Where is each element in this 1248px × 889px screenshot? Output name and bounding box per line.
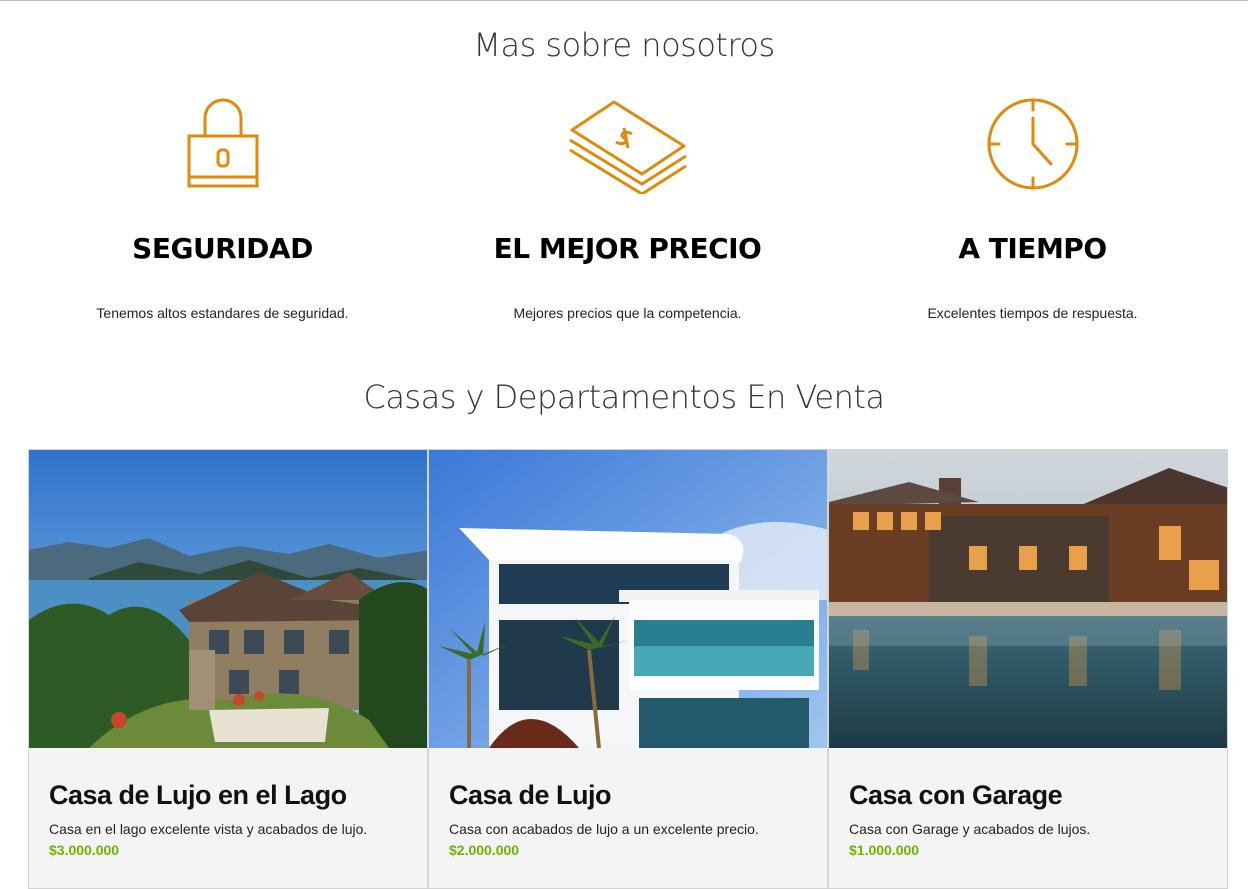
feature-text: Tenemos altos estandares de seguridad.: [96, 305, 349, 321]
listing-title[interactable]: Casa de Lujo: [449, 780, 807, 811]
feature-time: A TIEMPO Excelentes tiempos de respuesta…: [830, 94, 1235, 321]
feature-text: Mejores precios que la competencia.: [513, 305, 742, 321]
feature-price: EL MEJOR PRECIO Mejores precios que la c…: [425, 94, 830, 321]
listing-description: Casa en el lago excelente vista y acabad…: [49, 821, 368, 837]
listing-card[interactable]: Casa de Lujo Casa con acabados de lujo a…: [428, 449, 828, 889]
listing-price: $2.000.000: [449, 842, 520, 858]
about-section-title: Mas sobre nosotros: [473, 26, 775, 64]
listing-card[interactable]: Casa de Lujo en el Lago Casa en el lago …: [28, 449, 428, 889]
feature-title: EL MEJOR PRECIO: [493, 232, 762, 265]
listing-description: Casa con Garage y acabados de lujos.: [849, 821, 1091, 837]
feature-security: SEGURIDAD Tenemos altos estandares de se…: [20, 94, 425, 321]
feature-text: Excelentes tiempos de respuesta.: [927, 305, 1138, 321]
listings-section-title: Casas y Departamentos En Venta: [363, 378, 885, 416]
features-row: SEGURIDAD Tenemos altos estandares de se…: [20, 94, 1235, 321]
listing-description: Casa con acabados de lujo a un excelente…: [449, 821, 759, 837]
feature-title: A TIEMPO: [958, 232, 1107, 265]
feature-title: SEGURIDAD: [132, 232, 313, 265]
modern-house-photo[interactable]: [429, 450, 827, 748]
lake-house-photo[interactable]: [29, 450, 427, 748]
listing-title[interactable]: Casa con Garage: [849, 780, 1207, 811]
lock-icon: [20, 94, 425, 194]
listing-price: $3.000.000: [49, 842, 120, 858]
listings-grid: Casa de Lujo en el Lago Casa en el lago …: [28, 449, 1228, 889]
listing-title[interactable]: Casa de Lujo en el Lago: [49, 780, 407, 811]
listing-price: $1.000.000: [849, 842, 920, 858]
pool-house-photo[interactable]: [829, 450, 1227, 748]
money-stack-icon: [425, 94, 830, 194]
listing-card[interactable]: Casa con Garage Casa con Garage y acabad…: [828, 449, 1228, 889]
clock-icon: [830, 94, 1235, 194]
